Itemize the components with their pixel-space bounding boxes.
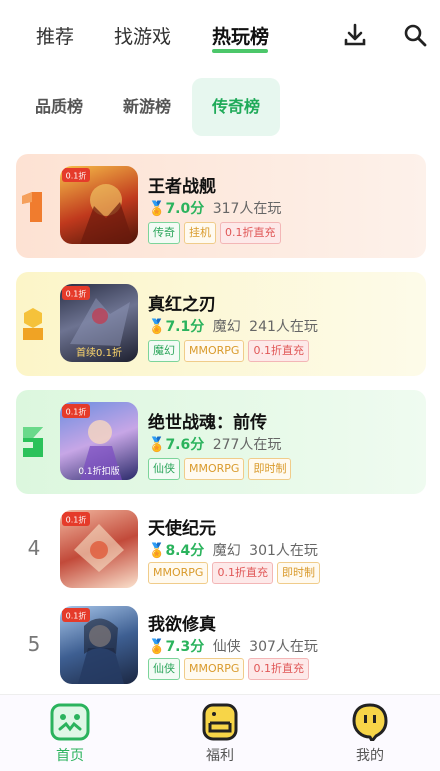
tag-label: 即时制 xyxy=(248,458,292,480)
game-meta: 🏅7.0分 317人在玩 xyxy=(148,198,281,218)
tag-label: 仙侠 xyxy=(148,458,180,480)
tag-label: 即时制 xyxy=(276,562,320,584)
tag-label: MMORPG xyxy=(184,340,245,362)
nav-welfare-label[interactable]: 福利 xyxy=(180,745,260,765)
tag-label: 仙侠 xyxy=(148,658,180,680)
game-meta: 🏅7.3分 仙侠 307人在玩 xyxy=(148,636,318,656)
list-item[interactable]: 4 0.1折 天使纪元 🏅8.4分 魔幻 301人在玩 MMORPG 0.1折直充… xyxy=(0,500,440,596)
game-meta: 🏅7.1分 魔幻 241人在玩 xyxy=(148,316,318,336)
subtab-quality[interactable]: 品质榜 xyxy=(22,78,96,136)
rank-number: 5 xyxy=(27,632,41,656)
game-title: 绝世战魂：前传 xyxy=(148,413,267,433)
game-thumbnail[interactable]: 0.1折 xyxy=(60,606,138,684)
game-players: 307人在玩 xyxy=(249,639,318,655)
game-score: 7.1分 xyxy=(165,319,205,335)
thumb-badge-text: 0.1折 xyxy=(66,611,87,621)
rank-2-badge xyxy=(20,306,46,342)
thumb-badge-text: 首续0.1折 xyxy=(76,346,122,359)
game-title: 天使纪元 xyxy=(148,519,216,539)
tab-find-games[interactable]: 找游戏 xyxy=(114,22,171,49)
game-category: 仙侠 xyxy=(212,639,241,655)
game-category: 魔幻 xyxy=(212,543,241,559)
active-tab-indicator xyxy=(212,49,268,53)
game-score: 7.0分 xyxy=(165,201,205,217)
profile-icon[interactable] xyxy=(330,703,410,741)
award-icon: 🏅 xyxy=(148,639,166,655)
game-players: 301人在玩 xyxy=(249,543,318,559)
game-tags: 仙侠 MMORPG 即时制 xyxy=(148,458,295,480)
award-icon: 🏅 xyxy=(148,437,166,453)
game-score: 7.3分 xyxy=(165,639,205,655)
tag-label: 0.1折直充 xyxy=(212,562,273,584)
game-title: 真红之刃 xyxy=(148,295,216,315)
list-item[interactable]: 0.1折 首续0.1折 真红之刃 🏅7.1分 魔幻 241人在玩 魔幻 MMORPG… xyxy=(0,272,440,376)
bottom-navigation: 首页 福利 我的 xyxy=(0,694,440,771)
game-tags: 仙侠 MMORPG 0.1折直充 xyxy=(148,658,313,680)
list-item[interactable]: 5 0.1折 我欲修真 🏅7.3分 仙侠 307人在玩 仙侠 MMORPG 0.1折… xyxy=(0,596,440,692)
svg-text:0.1折: 0.1折 xyxy=(66,407,87,417)
game-thumbnail[interactable]: 0.1折 xyxy=(60,166,138,244)
tag-label: 0.1折直充 xyxy=(220,222,281,244)
game-tags: 魔幻 MMORPG 0.1折直充 xyxy=(148,340,313,362)
rank-1-badge xyxy=(20,190,46,224)
tag-label: MMORPG xyxy=(148,562,209,584)
game-meta: 🏅7.6分 277人在玩 xyxy=(148,434,281,454)
game-title: 王者战舰 xyxy=(148,177,216,197)
game-thumbnail[interactable]: 0.1折 xyxy=(60,510,138,588)
subtab-legend[interactable]: 传奇榜 xyxy=(192,78,280,136)
tag-label: MMORPG xyxy=(184,458,245,480)
tag-label: 魔幻 xyxy=(148,340,180,362)
game-category: 魔幻 xyxy=(212,319,241,335)
tab-recommend[interactable]: 推荐 xyxy=(36,22,74,49)
thumb-badge-text: 0.1折 xyxy=(66,515,87,525)
top-navigation: 推荐 找游戏 热玩榜 xyxy=(0,0,440,70)
download-icon[interactable] xyxy=(342,22,368,48)
award-icon: 🏅 xyxy=(148,201,166,217)
game-players: 241人在玩 xyxy=(249,319,318,335)
game-tags: 传奇 挂机 0.1折直充 xyxy=(148,222,285,244)
game-players: 277人在玩 xyxy=(212,437,282,453)
game-score: 8.4分 xyxy=(165,543,205,559)
game-score: 7.6分 xyxy=(165,437,205,453)
ranking-subtabs: 品质榜 新游榜 传奇榜 xyxy=(0,78,440,138)
tag-label: 0.1折直充 xyxy=(248,658,309,680)
tag-label: 挂机 xyxy=(184,222,216,244)
svg-text:0.1折: 0.1折 xyxy=(66,289,87,299)
nav-home-label[interactable]: 首页 xyxy=(30,745,110,765)
game-thumbnail[interactable]: 0.1折首续0.1折 xyxy=(60,284,138,362)
subtab-new-games[interactable]: 新游榜 xyxy=(110,78,184,136)
tab-hot-ranking[interactable]: 热玩榜 xyxy=(212,22,269,49)
tag-label: MMORPG xyxy=(184,658,245,680)
award-icon: 🏅 xyxy=(148,319,166,335)
thumb-badge-text: 0.1折 xyxy=(66,171,87,181)
list-item[interactable]: 0.1折 王者战舰 🏅7.0分 317人在玩 传奇 挂机 0.1折直充 xyxy=(0,154,440,258)
game-players: 317人在玩 xyxy=(212,201,282,217)
award-icon: 🏅 xyxy=(148,543,166,559)
rank-number: 4 xyxy=(27,536,41,560)
game-meta: 🏅8.4分 魔幻 301人在玩 xyxy=(148,540,318,560)
list-item[interactable]: 0.1折 0.1折扣版 绝世战魂：前传 🏅7.6分 277人在玩 仙侠 MMORPG… xyxy=(0,390,440,494)
rank-3-badge xyxy=(20,424,46,460)
game-tags: MMORPG 0.1折直充 即时制 xyxy=(148,562,324,584)
tag-label: 传奇 xyxy=(148,222,180,244)
game-thumbnail[interactable]: 0.1折 0.1折扣版 xyxy=(60,402,138,480)
tag-label: 0.1折直充 xyxy=(248,340,309,362)
gift-icon[interactable] xyxy=(180,703,260,741)
search-icon[interactable] xyxy=(402,22,428,48)
game-title: 我欲修真 xyxy=(148,615,216,635)
nav-mine-label[interactable]: 我的 xyxy=(330,745,410,765)
thumb-badge-text: 0.1折扣版 xyxy=(78,465,119,477)
home-icon[interactable] xyxy=(30,703,110,741)
